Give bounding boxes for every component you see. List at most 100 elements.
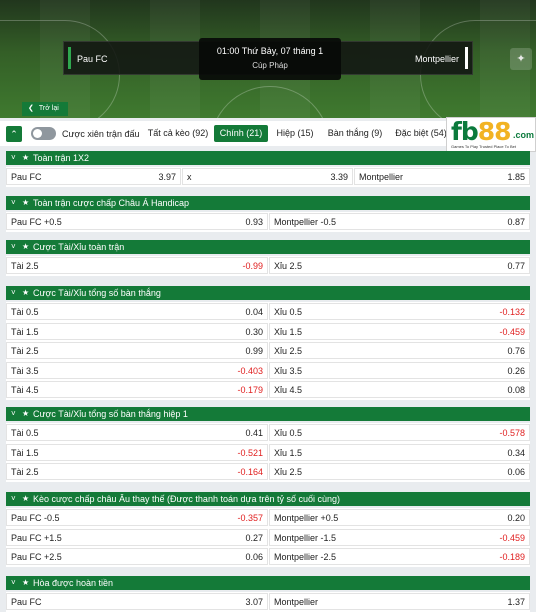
odds-cell[interactable]: Pau FC 3.07 bbox=[6, 593, 268, 610]
odds-value: 0.99 bbox=[245, 346, 263, 356]
back-button[interactable]: ❮ Trở lại bbox=[22, 102, 68, 116]
odds-cell[interactable]: Tài 1.5 -0.521 bbox=[6, 444, 268, 461]
market-header[interactable]: ˅ ★ Hòa được hoàn tiền bbox=[6, 576, 530, 590]
market-body: Pau FC 3.97 x 3.39 Montpellier 1.85 bbox=[6, 167, 530, 187]
market-header[interactable]: ˅ ★ Cược Tài/Xỉu toàn trận bbox=[6, 240, 530, 254]
chevron-down-icon: ˅ bbox=[11, 198, 16, 207]
odds-value: 0.04 bbox=[245, 307, 263, 317]
odds-cell[interactable]: Montpellier +0.5 0.20 bbox=[269, 509, 530, 526]
odds-value: -0.521 bbox=[237, 448, 263, 458]
odds-cell[interactable]: Montpellier -0.5 0.87 bbox=[269, 213, 530, 230]
odds-value: 0.87 bbox=[507, 217, 525, 227]
market-title: Cược Tài/Xỉu tổng số bàn thắng hiệp 1 bbox=[33, 409, 188, 419]
tab-main[interactable]: Chính (21) bbox=[214, 125, 268, 142]
odds-row: Pau FC -0.5 -0.357 Montpellier +0.5 0.20 bbox=[6, 508, 530, 527]
odds-cell[interactable]: Xỉu 0.5 -0.578 bbox=[269, 424, 530, 441]
selection-label: Tài 2.5 bbox=[11, 467, 39, 477]
star-icon[interactable]: ★ bbox=[22, 240, 29, 254]
market-header[interactable]: ˅ ★ Kèo cược chấp châu Âu thay thế (Được t… bbox=[6, 492, 530, 506]
odds-cell[interactable]: Montpellier 1.37 bbox=[269, 593, 530, 610]
odds-cell[interactable]: Tài 2.5 0.99 bbox=[6, 342, 268, 359]
back-label: Trở lại bbox=[38, 105, 59, 112]
odds-cell[interactable]: x 3.39 bbox=[182, 168, 353, 185]
odds-cell[interactable]: Pau FC +1.5 0.27 bbox=[6, 529, 268, 546]
odds-cell[interactable]: Tài 3.5 -0.403 bbox=[6, 362, 268, 379]
market-header[interactable]: ˅ ★ Toàn trận 1X2 bbox=[6, 151, 530, 165]
tab-half[interactable]: Hiệp (15) bbox=[274, 125, 316, 142]
star-icon[interactable]: ★ bbox=[22, 151, 29, 165]
selection-label: Xỉu 2.5 bbox=[274, 346, 303, 356]
odds-row: Tài 2.5 -0.99 Xỉu 2.5 0.77 bbox=[6, 256, 530, 275]
odds-value: -0.459 bbox=[499, 533, 525, 543]
odds-value: 0.41 bbox=[245, 428, 263, 438]
odds-cell[interactable]: Xỉu 0.5 -0.132 bbox=[269, 303, 530, 320]
chevron-down-icon: ˅ bbox=[11, 242, 16, 251]
odds-cell[interactable]: Montpellier -2.5 -0.189 bbox=[269, 548, 530, 565]
odds-cell[interactable]: Tài 2.5 -0.99 bbox=[6, 257, 268, 274]
selection-label: Tài 2.5 bbox=[11, 346, 39, 356]
odds-cell[interactable]: Montpellier 1.85 bbox=[354, 168, 530, 185]
star-icon[interactable]: ★ bbox=[22, 492, 29, 506]
selection-label: Xỉu 2.5 bbox=[274, 467, 303, 477]
odds-cell[interactable]: Xỉu 4.5 0.08 bbox=[269, 381, 530, 398]
odds-cell[interactable]: Pau FC -0.5 -0.357 bbox=[6, 509, 268, 526]
odds-row: Tài 2.5 -0.164 Xỉu 2.5 0.06 bbox=[6, 462, 530, 481]
odds-value: 0.93 bbox=[245, 217, 263, 227]
selection-label: Pau FC +0.5 bbox=[11, 217, 62, 227]
odds-value: 0.27 bbox=[245, 533, 263, 543]
odds-cell[interactable]: Pau FC +0.5 0.93 bbox=[6, 213, 268, 230]
odds-cell[interactable]: Montpellier -1.5 -0.459 bbox=[269, 529, 530, 546]
selection-label: Montpellier bbox=[274, 597, 319, 607]
odds-row: Tài 4.5 -0.179 Xỉu 4.5 0.08 bbox=[6, 380, 530, 399]
star-icon[interactable]: ★ bbox=[22, 576, 29, 590]
market-body: Pau FC +0.5 0.93 Montpellier -0.5 0.87 bbox=[6, 212, 530, 232]
collapse-all-button[interactable]: ⌃ bbox=[6, 126, 22, 142]
stats-icon[interactable]: ✦ bbox=[510, 48, 532, 70]
chevron-down-icon: ˅ bbox=[11, 409, 16, 418]
tab-goals[interactable]: Bàn thắng (9) bbox=[326, 125, 384, 142]
combo-bet-toggle[interactable] bbox=[31, 127, 56, 140]
odds-cell[interactable]: Xỉu 2.5 0.06 bbox=[269, 463, 530, 480]
odds-cell[interactable]: Xỉu 3.5 0.26 bbox=[269, 362, 530, 379]
home-team-name: Pau FC bbox=[77, 54, 108, 64]
market-header[interactable]: ˅ ★ Toàn trận cược chấp Châu Á Handicap bbox=[6, 196, 530, 210]
odds-cell[interactable]: Xỉu 1.5 -0.459 bbox=[269, 323, 530, 340]
odds-cell[interactable]: Tài 4.5 -0.179 bbox=[6, 381, 268, 398]
odds-cell[interactable]: Tài 0.5 0.04 bbox=[6, 303, 268, 320]
market-header[interactable]: ˅ ★ Cược Tài/Xỉu tổng số bàn thắng bbox=[6, 286, 530, 300]
market-header[interactable]: ˅ ★ Cược Tài/Xỉu tổng số bàn thắng hiệp 1 bbox=[6, 407, 530, 421]
selection-label: Tài 1.5 bbox=[11, 448, 39, 458]
fb88-logo: fb88 .com Games To Play Trusted Place To… bbox=[446, 117, 536, 152]
selection-label: Montpellier -0.5 bbox=[274, 217, 337, 227]
odds-cell[interactable]: Tài 2.5 -0.164 bbox=[6, 463, 268, 480]
odds-cell[interactable]: Pau FC +2.5 0.06 bbox=[6, 548, 268, 565]
logo-main: fb bbox=[451, 117, 479, 146]
odds-value: -0.189 bbox=[499, 552, 525, 562]
tab-special[interactable]: Đặc biệt (54) bbox=[392, 125, 450, 142]
odds-cell[interactable]: Xỉu 2.5 0.76 bbox=[269, 342, 530, 359]
chevron-down-icon: ˅ bbox=[11, 288, 16, 297]
star-icon[interactable]: ★ bbox=[22, 407, 29, 421]
star-icon[interactable]: ★ bbox=[22, 286, 29, 300]
selection-label: Xỉu 1.5 bbox=[274, 448, 303, 458]
odds-value: 0.34 bbox=[507, 448, 525, 458]
odds-cell[interactable]: Xỉu 1.5 0.34 bbox=[269, 444, 530, 461]
odds-cell[interactable]: Pau FC 3.97 bbox=[6, 168, 181, 185]
star-icon[interactable]: ★ bbox=[22, 196, 29, 210]
chevron-down-icon: ˅ bbox=[11, 578, 16, 587]
logo-suffix: .com bbox=[513, 130, 535, 140]
match-center-panel: 01:00 Thứ Bảy, 07 tháng 1 Cúp Pháp bbox=[199, 38, 341, 80]
selection-label: Xỉu 1.5 bbox=[274, 327, 303, 337]
home-marker bbox=[68, 47, 71, 69]
odds-cell[interactable]: Tài 0.5 0.41 bbox=[6, 424, 268, 441]
odds-value: 0.77 bbox=[507, 261, 525, 271]
odds-cell[interactable]: Xỉu 2.5 0.77 bbox=[269, 257, 530, 274]
tab-all-markets[interactable]: Tất cả kèo (92) bbox=[146, 125, 210, 142]
match-time: 01:00 Thứ Bảy, 07 tháng 1 bbox=[216, 46, 324, 56]
odds-value: -0.164 bbox=[237, 467, 263, 477]
odds-cell[interactable]: Tài 1.5 0.30 bbox=[6, 323, 268, 340]
odds-value: 0.06 bbox=[507, 467, 525, 477]
odds-value: -0.99 bbox=[242, 261, 263, 271]
odds-row: Pau FC 3.07 Montpellier 1.37 bbox=[6, 592, 530, 611]
odds-value: -0.578 bbox=[499, 428, 525, 438]
